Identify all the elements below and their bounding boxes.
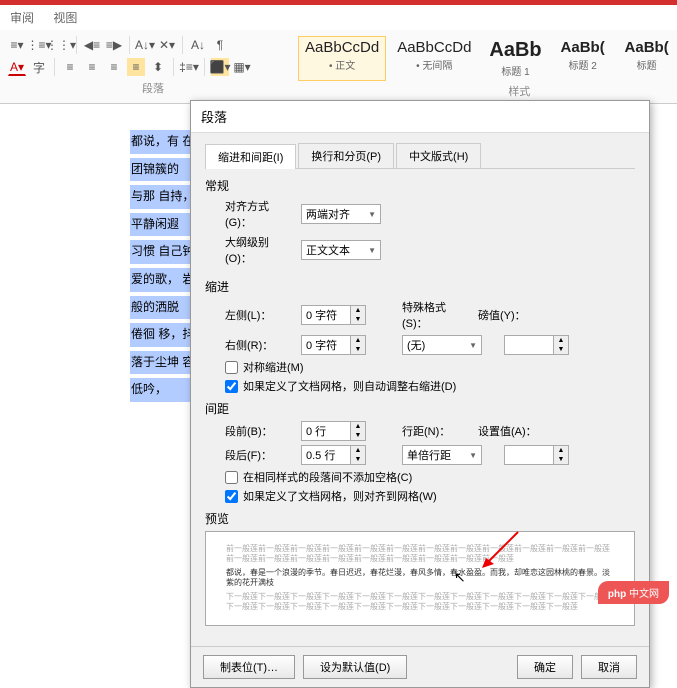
special-combo[interactable]: (无)▼ <box>402 335 482 355</box>
outline-combo[interactable]: 正文文本▼ <box>301 240 381 260</box>
snap-grid-check[interactable] <box>225 490 238 503</box>
ok-button[interactable]: 确定 <box>517 655 573 679</box>
paragraph-dialog: 段落 缩进和间距(I) 换行和分页(P) 中文版式(H) 常规 对齐方式(G)：… <box>190 100 650 688</box>
align-left-icon[interactable]: ≡ <box>61 58 79 76</box>
indent-inc-icon[interactable]: ≡▶ <box>105 36 123 54</box>
section-indent: 缩进 <box>205 278 635 295</box>
sort2-icon[interactable]: A↓ <box>189 36 207 54</box>
tab-asian[interactable]: 中文版式(H) <box>396 143 481 168</box>
distribute-icon[interactable]: ⬍ <box>149 58 167 76</box>
shading-icon[interactable]: ⬛▾ <box>211 58 229 76</box>
line-combo[interactable]: 单倍行距▼ <box>402 445 482 465</box>
dialog-title: 段落 <box>191 101 649 133</box>
align-label: 对齐方式(G)： <box>225 198 295 230</box>
by-spin[interactable]: ▲▼ <box>504 335 569 355</box>
borders-icon[interactable]: ▦▾ <box>233 58 251 76</box>
chevron-down-icon: ▼ <box>469 451 477 460</box>
group-label-para: 段落 <box>8 80 298 96</box>
sort-icon[interactable]: A↓▾ <box>136 36 154 54</box>
marks-icon[interactable]: ✕▾ <box>158 36 176 54</box>
no-space-check[interactable] <box>225 471 238 484</box>
align-combo[interactable]: 两端对齐▼ <box>301 204 381 224</box>
style-h1[interactable]: AaBb标题 1 <box>482 36 548 81</box>
line-spacing-icon[interactable]: ‡≡▾ <box>180 58 198 76</box>
watermark: php 中文网 <box>598 581 669 604</box>
auto-indent-check[interactable] <box>225 380 238 393</box>
after-spin[interactable]: ▲▼ <box>301 445 366 465</box>
mirror-check[interactable] <box>225 361 238 374</box>
tabs-button[interactable]: 制表位(T)… <box>203 655 295 679</box>
by-label: 磅值(Y)： <box>478 307 538 323</box>
outline-label: 大纲级别(O)： <box>225 234 295 266</box>
after-label: 段后(F)： <box>225 447 295 463</box>
before-spin[interactable]: ▲▼ <box>301 421 366 441</box>
align-justify-icon[interactable]: ≡ <box>127 58 145 76</box>
menu-review[interactable]: 审阅 <box>10 11 34 25</box>
chevron-down-icon: ▼ <box>368 210 376 219</box>
ribbon: ≡▾ ⋮≡▾ ⋮⋮▾ ◀≡ ≡▶ A↓▾ ✕▾ A↓ ¶ A▾ 字 ≡ ≡ ≡ … <box>0 30 677 104</box>
font-color-icon[interactable]: A▾ <box>8 58 26 76</box>
menu-bar: 审阅 视图 <box>0 5 677 30</box>
section-preview: 预览 <box>205 510 635 527</box>
section-spacing: 间距 <box>205 400 635 417</box>
default-button[interactable]: 设为默认值(D) <box>303 655 407 679</box>
left-spin[interactable]: ▲▼ <box>301 305 366 325</box>
line-label: 行距(N)： <box>402 423 462 439</box>
right-label: 右侧(R)： <box>225 337 295 353</box>
tab-indent[interactable]: 缩进和间距(I) <box>205 144 296 169</box>
before-label: 段前(B)： <box>225 423 295 439</box>
right-spin[interactable]: ▲▼ <box>301 335 366 355</box>
left-label: 左侧(L)： <box>225 307 295 323</box>
style-title[interactable]: AaBb(标题 <box>617 36 677 81</box>
multilevel-icon[interactable]: ⋮⋮▾ <box>52 36 70 54</box>
cursor-icon: ↖ <box>454 569 466 586</box>
tab-pagination[interactable]: 换行和分页(P) <box>298 143 394 168</box>
style-normal[interactable]: AaBbCcDd• 正文 <box>298 36 386 81</box>
chevron-down-icon: ▼ <box>469 341 477 350</box>
style-nospace[interactable]: AaBbCcDd• 无间隔 <box>390 36 478 81</box>
group-label-styles: 样式 <box>298 83 677 99</box>
cancel-button[interactable]: 取消 <box>581 655 637 679</box>
style-h2[interactable]: AaBb(标题 2 <box>553 36 613 81</box>
indent-dec-icon[interactable]: ◀≡ <box>83 36 101 54</box>
bullets-icon[interactable]: ≡▾ <box>8 36 26 54</box>
at-label: 设置值(A)： <box>478 423 538 439</box>
preview-box: 前一般莲前一般莲前一般莲前一般莲前一般莲前一般莲前一般莲前一般莲前一般莲前一般莲… <box>205 531 635 626</box>
align-right-icon[interactable]: ≡ <box>105 58 123 76</box>
char-icon[interactable]: 字 <box>30 58 48 76</box>
pilcrow-icon[interactable]: ¶ <box>211 36 229 54</box>
menu-view[interactable]: 视图 <box>53 11 77 25</box>
special-label: 特殊格式(S)： <box>402 299 462 331</box>
at-spin[interactable]: ▲▼ <box>504 445 569 465</box>
styles-gallery: AaBbCcDd• 正文 AaBbCcDd• 无间隔 AaBb标题 1 AaBb… <box>298 36 677 81</box>
align-center-icon[interactable]: ≡ <box>83 58 101 76</box>
section-general: 常规 <box>205 177 635 194</box>
chevron-down-icon: ▼ <box>368 246 376 255</box>
